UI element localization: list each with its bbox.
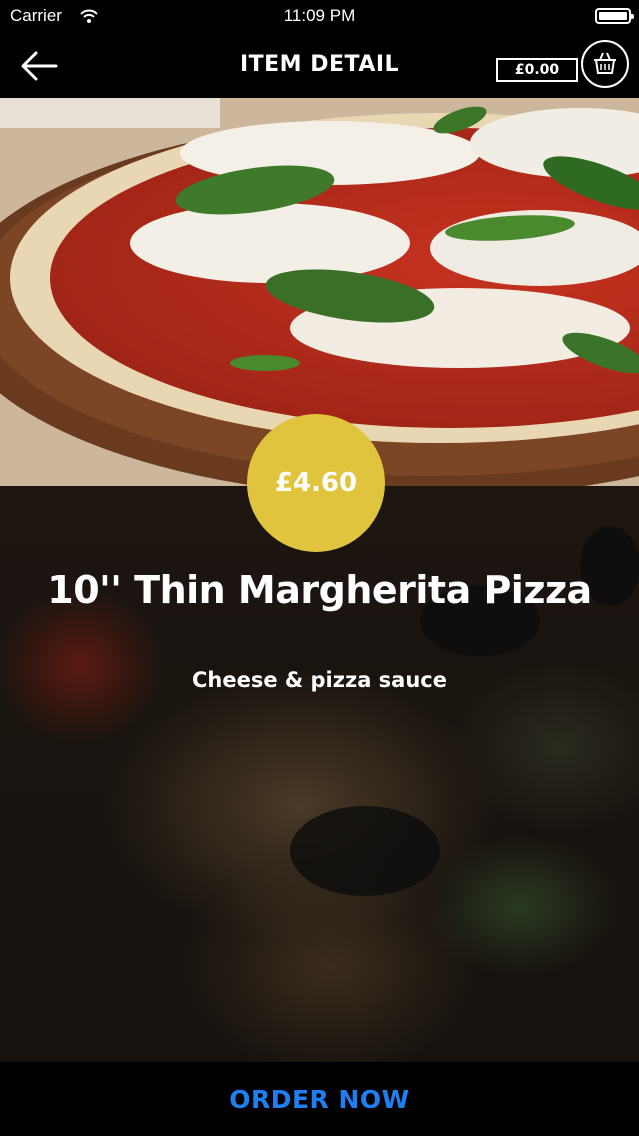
cart-total: £0.00 — [496, 58, 578, 82]
cart-button[interactable]: £0.00 — [494, 40, 629, 92]
status-time: 11:09 PM — [283, 6, 356, 25]
battery-icon — [595, 8, 634, 24]
order-now-label: ORDER NOW — [229, 1084, 410, 1114]
order-now-button[interactable]: ORDER NOW — [0, 1062, 639, 1136]
price-badge: £4.60 — [247, 414, 385, 552]
item-title: 10'' Thin Margherita Pizza — [47, 568, 592, 612]
status-bar: Carrier 11:09 PM — [0, 0, 639, 34]
basket-icon — [581, 40, 629, 88]
item-description: Cheese & pizza sauce — [192, 668, 447, 692]
nav-bar: ITEM DETAIL £0.00 — [0, 34, 639, 98]
